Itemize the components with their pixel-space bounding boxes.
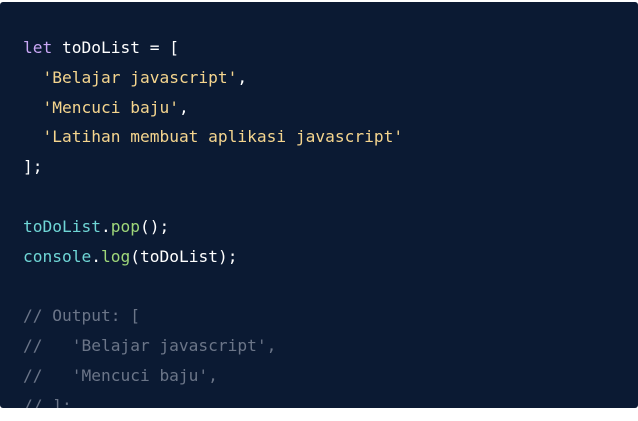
dot: . [91, 246, 101, 266]
method-name: pop [110, 216, 140, 236]
page-background-strip [0, 408, 638, 421]
code-line-2: 'Belajar javascript', [23, 63, 638, 93]
code-line-6-blank [23, 182, 638, 212]
variable-name: toDoList [62, 38, 140, 57]
code-line-9-blank [23, 271, 638, 301]
call-args: (toDoList); [130, 246, 238, 266]
code-line-3: 'Mencuci baju', [23, 93, 638, 123]
comma: , [237, 67, 248, 87]
comma: , [178, 97, 189, 117]
object-name: toDoList [23, 216, 101, 236]
code-line-4: 'Latihan membuat aplikasi javascript' [23, 122, 638, 152]
code-line-8: console.log(toDoList); [23, 242, 638, 272]
string-literal: 'Latihan membuat aplikasi javascript' [42, 127, 404, 147]
comment-line-1: // Output: [ [23, 306, 140, 326]
code-line-1: let toDoList = [ [23, 33, 638, 63]
comment-line-2: // 'Belajar javascript', [23, 335, 277, 355]
code-line-5: ]; [23, 152, 638, 182]
string-literal: 'Belajar javascript' [42, 67, 238, 87]
assignment-open-bracket: = [ [139, 38, 179, 57]
code-content: let toDoList = [ 'Belajar javascript', '… [23, 33, 638, 420]
dot: . [100, 216, 111, 236]
keyword-let: let [23, 38, 53, 57]
method-name: log [100, 246, 131, 266]
object-name: console [23, 246, 92, 266]
comment-line-3: // 'Mencuci baju', [23, 365, 218, 385]
code-line-7: toDoList.pop(); [23, 212, 638, 242]
code-block: let toDoList = [ 'Belajar javascript', '… [0, 2, 638, 415]
call-args: (); [139, 216, 170, 236]
string-literal: 'Mencuci baju' [42, 97, 179, 117]
array-close: ]; [23, 157, 43, 177]
